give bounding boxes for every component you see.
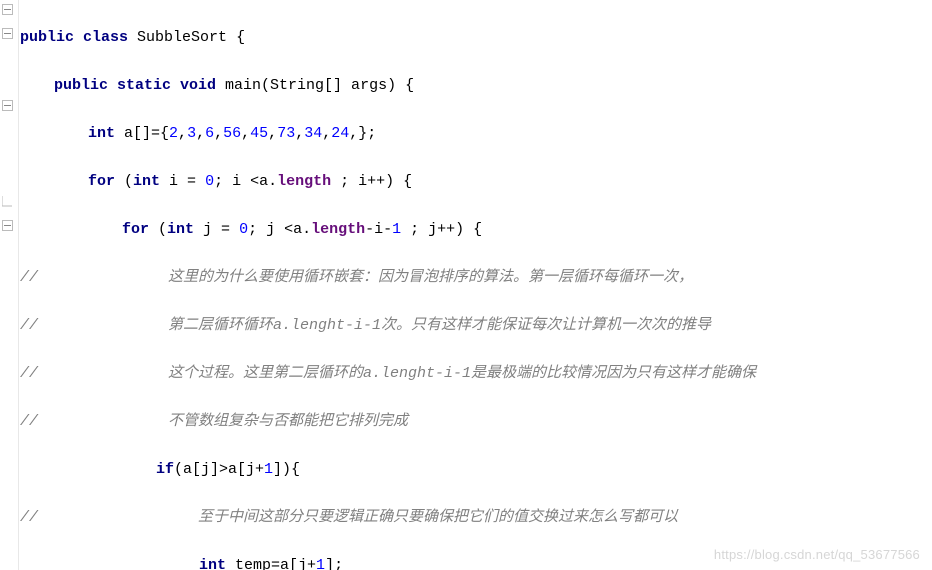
comment: 不管数组复杂与否都能把它排列完成 xyxy=(168,413,408,430)
code-line: public static void main(String[] args) { xyxy=(20,74,932,98)
code-line: for (int i = 0; i <a.length ; i++) { xyxy=(20,170,932,194)
fold-end1-icon xyxy=(2,196,16,210)
comment: 这里的为什么要使用循环嵌套：因为冒泡排序的算法。第一层循环每循环一次， xyxy=(168,269,693,286)
kw-public-class: public class xyxy=(20,29,128,46)
code-line: public class SubbleSort { xyxy=(20,26,932,50)
code-line: //不管数组复杂与否都能把它排列完成 xyxy=(20,410,932,434)
code-line: //第二层循环循环a.lenght-i-1次。只有这样才能保证每次让计算机一次次… xyxy=(20,314,932,338)
code-editor[interactable]: public class SubbleSort { public static … xyxy=(0,0,932,570)
comment: 至于中间这部分只要逻辑正确只要确保把它们的值交换过来怎么写都可以 xyxy=(198,509,678,526)
code-line: if(a[j]>a[j+1]){ xyxy=(20,458,932,482)
watermark: https://blog.csdn.net/qq_53677566 xyxy=(714,547,920,562)
code-line: //这个过程。这里第二层循环的a.lenght-i-1是最极端的比较情况因为只有… xyxy=(20,362,932,386)
code-line: //至于中间这部分只要逻辑正确只要确保把它们的值交换过来怎么写都可以 xyxy=(20,506,932,530)
class-name: SubbleSort xyxy=(128,29,236,46)
method-main: main xyxy=(216,77,261,94)
gutter xyxy=(0,0,19,570)
comment: 第二层循环循环a.lenght-i-1次。只有这样才能保证每次让计算机一次次的推… xyxy=(168,317,711,334)
comment: 这个过程。这里第二层循环的a.lenght-i-1是最极端的比较情况因为只有这样… xyxy=(168,365,756,382)
fold-for-icon[interactable] xyxy=(2,100,16,114)
fold-class-icon[interactable] xyxy=(2,4,16,18)
kw-psv: public static void xyxy=(54,77,216,94)
code-line: //这里的为什么要使用循环嵌套：因为冒泡排序的算法。第一层循环每循环一次， xyxy=(20,266,932,290)
fold-main-icon[interactable] xyxy=(2,28,16,42)
code-line: for (int j = 0; j <a.length-i-1 ; j++) { xyxy=(20,218,932,242)
code-line: int a[]={2,3,6,56,45,73,34,24,}; xyxy=(20,122,932,146)
fold-if-icon[interactable] xyxy=(2,220,16,234)
